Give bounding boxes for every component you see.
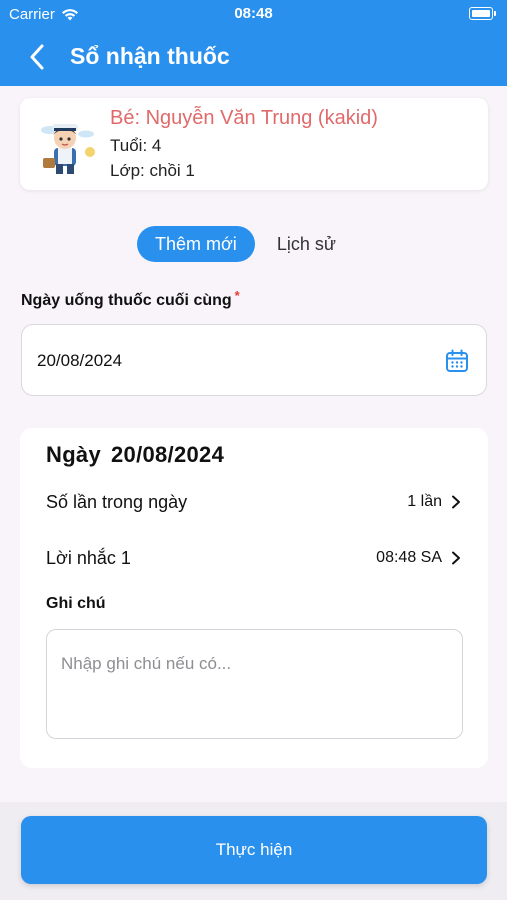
tab-add-new[interactable]: Thêm mới xyxy=(137,226,255,262)
child-age: Tuổi: 4 xyxy=(110,136,162,155)
last-dose-label: Ngày uống thuốc cuối cùng * xyxy=(21,288,240,310)
child-class: Lớp: chồi 1 xyxy=(110,161,195,180)
chevron-right-icon xyxy=(452,495,460,509)
child-name: Bé: Nguyễn Văn Trung (kakid) xyxy=(110,107,378,129)
app-header: Carrier 08:48 Sổ nhận thuốc xyxy=(0,0,507,86)
reminder-1-row[interactable]: Lời nhắc 1 08:48 SA xyxy=(46,543,462,573)
day-title: Ngày 20/08/2024 xyxy=(46,442,224,468)
chevron-right-icon xyxy=(452,551,460,565)
day-title-date: 20/08/2024 xyxy=(111,442,225,467)
times-per-day-value-wrap: 1 lần xyxy=(407,493,462,511)
note-label: Ghi chú xyxy=(46,595,106,612)
calendar-icon[interactable] xyxy=(444,348,470,374)
status-time: 08:48 xyxy=(234,5,273,22)
last-dose-date-value: 20/08/2024 xyxy=(37,351,123,370)
required-mark: * xyxy=(234,288,240,303)
back-button[interactable] xyxy=(22,42,52,72)
status-bar: Carrier 08:48 xyxy=(0,0,507,28)
nav-bar: Sổ nhận thuốc xyxy=(0,36,507,76)
child-avatar xyxy=(41,124,95,174)
tab-bar: Thêm mới Lịch sử xyxy=(137,226,338,262)
reminder-1-value: 08:48 SA xyxy=(376,549,442,566)
times-per-day-label: Số lần trong ngày xyxy=(46,491,188,512)
reminder-1-label: Lời nhắc 1 xyxy=(46,547,131,568)
times-per-day-value: 1 lần xyxy=(407,493,442,510)
day-schedule-card: Ngày 20/08/2024 Số lần trong ngày 1 lần L… xyxy=(20,428,488,768)
times-per-day-row[interactable]: Số lần trong ngày 1 lần xyxy=(46,487,462,517)
submit-button[interactable]: Thực hiện xyxy=(21,816,487,884)
note-input[interactable] xyxy=(46,629,463,739)
child-info-card: Bé: Nguyễn Văn Trung (kakid) Tuổi: 4 Lớp… xyxy=(20,98,488,190)
reminder-1-value-wrap: 08:48 SA xyxy=(376,549,462,567)
last-dose-label-text: Ngày uống thuốc cuối cùng xyxy=(21,292,232,309)
last-dose-date-field[interactable]: 20/08/2024 xyxy=(21,324,487,396)
chevron-left-icon xyxy=(30,44,44,70)
day-title-prefix: Ngày xyxy=(46,442,101,467)
page-title: Sổ nhận thuốc xyxy=(70,43,230,69)
battery-icon xyxy=(469,7,496,20)
tab-history[interactable]: Lịch sử xyxy=(275,226,338,262)
